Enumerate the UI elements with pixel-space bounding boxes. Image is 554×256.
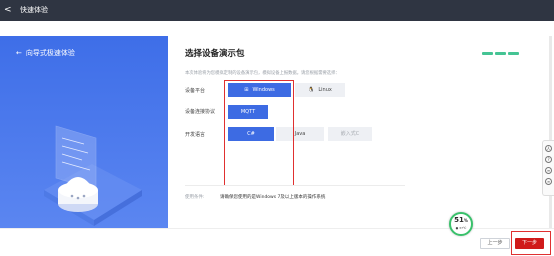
arrow-left-icon: ← (16, 49, 22, 57)
floating-side-toolbar: 人 ? ≡ ∞ (542, 140, 554, 196)
selection-highlight-box (224, 80, 294, 186)
instruction-text: 本次体验将为您模拟定制的设备演示包，模拟设备上报数据。请您根据需要选择： (185, 71, 340, 76)
previous-step-button[interactable]: 上一步 (480, 238, 510, 249)
top-bar: < 快速体验 (0, 0, 554, 21)
percent-value: 51 (454, 216, 464, 224)
help-icon[interactable]: ? (545, 156, 552, 163)
page-scrollbar[interactable] (549, 36, 552, 228)
document-icon[interactable]: ≡ (545, 167, 552, 174)
footer-bar (0, 228, 554, 256)
page-title: 快速体验 (20, 6, 48, 14)
option-label: Linux (318, 87, 332, 93)
usage-condition-text: 请确保您使用的是Windows 7及以上版本的操作系统 (220, 195, 326, 200)
usage-condition-label: 使用条件: (185, 195, 205, 200)
gauge-percent: 51% (451, 216, 471, 225)
back-arrow-icon[interactable]: < (4, 4, 12, 16)
platform-label: 设备平台 (185, 88, 206, 94)
language-option-embedded-c: 嵌入式C (328, 127, 372, 141)
percent-sign: % (463, 218, 468, 223)
main-content: 选择设备演示包 本次体验将为您模拟定制的设备演示包，模拟设备上报数据。请您根据需… (168, 36, 548, 226)
gauge-temperature: ● 37℃ (455, 226, 467, 230)
section-heading: 选择设备演示包 (185, 49, 245, 59)
iot-device-illustration-icon (44, 125, 142, 226)
divider (185, 185, 405, 186)
next-button-highlight-box (511, 231, 551, 255)
wizard-label: 向导式极速体验 (25, 49, 75, 57)
wizard-link[interactable]: ← 向导式极速体验 (16, 48, 75, 59)
protocol-label: 设备连接协议 (185, 109, 216, 115)
system-monitor-gauge[interactable]: 51% ● 37℃ (449, 212, 473, 236)
step-2-indicator (495, 52, 506, 55)
step-3-indicator (508, 52, 519, 55)
platform-option-linux[interactable]: 🐧 Linux (295, 83, 345, 97)
step-1-indicator (482, 52, 493, 55)
wizard-side-panel: ← 向导式极速体验 (0, 36, 168, 228)
chat-icon[interactable]: ∞ (545, 178, 552, 185)
language-label: 开发语言 (185, 132, 206, 138)
user-icon[interactable]: 人 (545, 145, 552, 152)
linux-penguin-icon: 🐧 (308, 87, 315, 93)
